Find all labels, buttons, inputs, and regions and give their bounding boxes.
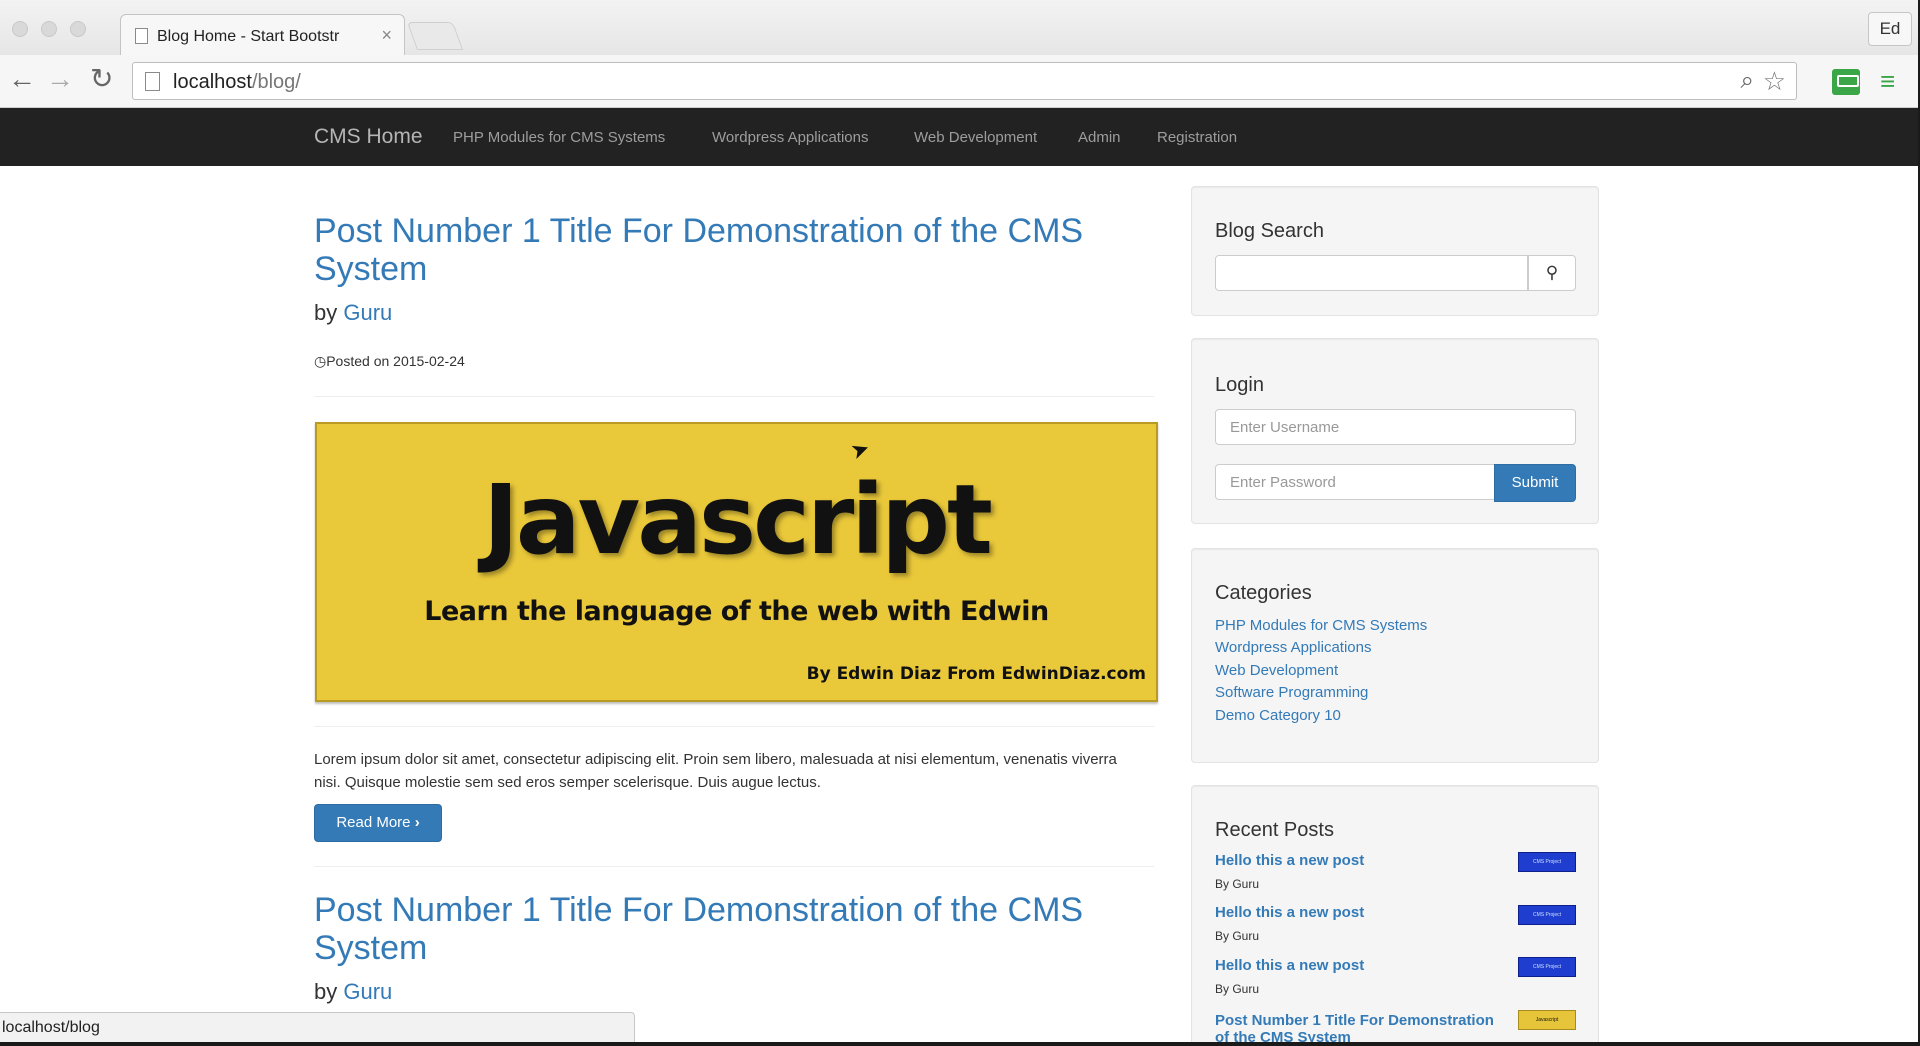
recent-posts-panel: Recent Posts Hello this a new post By Gu… bbox=[1191, 785, 1599, 1042]
author-link[interactable]: Guru bbox=[343, 300, 392, 325]
browser-tab[interactable]: Blog Home - Start Bootstr × bbox=[120, 14, 405, 57]
blog-search-panel: Blog Search ⚲ bbox=[1191, 186, 1599, 316]
recent-post-author: By Guru bbox=[1215, 982, 1260, 996]
tab-close-icon[interactable]: × bbox=[381, 25, 392, 46]
menu-icon[interactable]: ≡ bbox=[1880, 68, 1895, 94]
browser-toolbar: ← → ↻ localhost/blog/ ⌕ ☆ ≡ bbox=[0, 55, 1918, 108]
recent-post-link[interactable]: Hello this a new post bbox=[1215, 957, 1364, 974]
post-image: Javascript Learn the language of the web… bbox=[315, 422, 1158, 702]
blog-search-heading: Blog Search bbox=[1215, 220, 1324, 242]
image-subtitle: Learn the language of the web with Edwin bbox=[424, 596, 1049, 627]
url-text: localhost/blog/ bbox=[173, 71, 301, 93]
recent-post-link[interactable]: Hello this a new post bbox=[1215, 852, 1364, 869]
page-icon bbox=[145, 72, 160, 91]
image-credit: By Edwin Diaz From EdwinDiaz.com bbox=[806, 664, 1146, 684]
image-headline: Javascript bbox=[483, 464, 993, 576]
page-icon bbox=[135, 28, 148, 44]
forward-icon[interactable]: → bbox=[46, 65, 74, 93]
login-panel: Login Enter Username Enter Password Subm… bbox=[1191, 338, 1599, 524]
post-title[interactable]: Post Number 1 Title For Demonstration of… bbox=[314, 212, 1164, 288]
zoom-icon[interactable]: ⌕ bbox=[1741, 67, 1754, 95]
tab-title: Blog Home - Start Bootstr bbox=[157, 28, 340, 45]
post-byline: by Guru bbox=[314, 300, 393, 325]
submit-button[interactable]: Submit bbox=[1494, 464, 1576, 502]
categories-panel: Categories PHP Modules for CMS Systems W… bbox=[1191, 548, 1599, 763]
divider bbox=[314, 866, 1154, 867]
search-icon: ⚲ bbox=[1545, 263, 1559, 282]
search-button[interactable]: ⚲ bbox=[1528, 255, 1576, 291]
browser-window: Blog Home - Start Bootstr × Ed ← → ↻ loc… bbox=[0, 0, 1918, 1042]
category-link[interactable]: Wordpress Applications bbox=[1215, 639, 1371, 656]
recent-post-link[interactable]: Hello this a new post bbox=[1215, 904, 1364, 921]
site-navbar: CMS Home PHP Modules for CMS Systems Wor… bbox=[0, 108, 1918, 166]
categories-heading: Categories bbox=[1215, 582, 1312, 604]
extension-icon[interactable] bbox=[1832, 69, 1860, 95]
divider bbox=[314, 396, 1154, 397]
recent-posts-heading: Recent Posts bbox=[1215, 819, 1334, 841]
password-input[interactable]: Enter Password bbox=[1215, 464, 1495, 500]
nav-link-registration[interactable]: Registration bbox=[1157, 129, 1237, 146]
recent-post-thumbnail[interactable]: CMS Project bbox=[1518, 905, 1576, 925]
author-link[interactable]: Guru bbox=[343, 979, 392, 1004]
nav-link-web-development[interactable]: Web Development bbox=[914, 129, 1037, 146]
address-bar[interactable]: localhost/blog/ ⌕ ☆ bbox=[132, 62, 1797, 100]
post-title[interactable]: Post Number 1 Title For Demonstration of… bbox=[314, 891, 1164, 967]
recent-post-thumbnail[interactable]: CMS Project bbox=[1518, 852, 1576, 872]
username-input[interactable]: Enter Username bbox=[1215, 409, 1576, 445]
browser-titlebar: Blog Home - Start Bootstr × Ed bbox=[0, 0, 1918, 57]
maximize-window-icon[interactable] bbox=[70, 21, 86, 37]
clock-icon: ◷ bbox=[314, 353, 327, 369]
chevron-right-icon: › bbox=[414, 814, 420, 831]
search-input[interactable] bbox=[1215, 255, 1528, 291]
post-excerpt: Lorem ipsum dolor sit amet, consectetur … bbox=[314, 751, 1117, 791]
nav-link-wordpress[interactable]: Wordpress Applications bbox=[712, 129, 868, 146]
category-link[interactable]: Demo Category 10 bbox=[1215, 707, 1341, 724]
nav-link-admin[interactable]: Admin bbox=[1078, 129, 1121, 146]
category-link[interactable]: Software Programming bbox=[1215, 684, 1368, 701]
category-link[interactable]: PHP Modules for CMS Systems bbox=[1215, 617, 1427, 634]
recent-post-link[interactable]: Post Number 1 Title For Demonstration of… bbox=[1215, 1012, 1495, 1042]
profile-button[interactable]: Ed bbox=[1868, 12, 1912, 46]
new-tab-button[interactable] bbox=[406, 22, 464, 50]
recent-post-author: By Guru bbox=[1215, 877, 1260, 891]
reload-icon[interactable]: ↻ bbox=[90, 65, 113, 93]
recent-post-thumbnail[interactable]: Javascript bbox=[1518, 1010, 1576, 1030]
post-byline: by Guru bbox=[314, 979, 393, 1004]
browser-status-bar: localhost/blog bbox=[0, 1012, 635, 1042]
close-window-icon[interactable] bbox=[12, 21, 28, 37]
login-heading: Login bbox=[1215, 374, 1264, 396]
recent-post-thumbnail[interactable]: CMS Project bbox=[1518, 957, 1576, 977]
nav-link-php-modules[interactable]: PHP Modules for CMS Systems bbox=[453, 129, 665, 146]
recent-post-author: By Guru bbox=[1215, 929, 1260, 943]
minimize-window-icon[interactable] bbox=[41, 21, 57, 37]
bookmark-star-icon[interactable]: ☆ bbox=[1763, 66, 1786, 97]
category-link[interactable]: Web Development bbox=[1215, 662, 1338, 679]
back-icon[interactable]: ← bbox=[8, 65, 36, 93]
divider bbox=[314, 726, 1154, 727]
post-date: ◷Posted on 2015-02-24 bbox=[314, 353, 465, 369]
brand-link[interactable]: CMS Home bbox=[314, 125, 423, 149]
read-more-button[interactable]: Read More › bbox=[314, 804, 442, 842]
